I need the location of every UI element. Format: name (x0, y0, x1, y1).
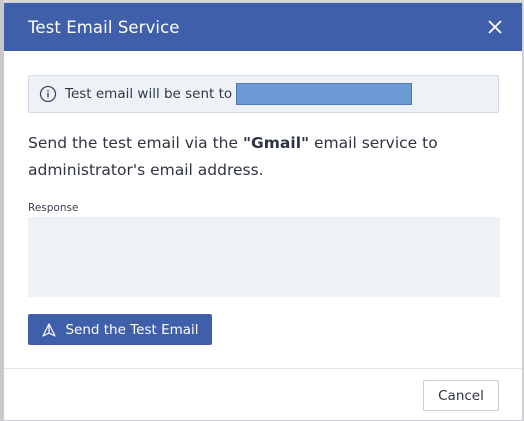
footer-divider (4, 368, 522, 369)
send-button-label: Send the Test Email (65, 321, 199, 338)
test-email-dialog: Test Email Service Test email will be se… (3, 2, 523, 421)
description-prefix: Send the test email via the (28, 134, 243, 152)
response-label: Response (28, 202, 79, 214)
dialog-title: Test Email Service (28, 17, 180, 37)
info-banner: Test email will be sent to (28, 75, 499, 113)
response-output[interactable] (28, 217, 500, 297)
send-icon (41, 322, 57, 338)
redacted-email (236, 83, 413, 105)
close-button[interactable] (484, 16, 506, 38)
cancel-button[interactable]: Cancel (423, 380, 499, 411)
info-icon (39, 85, 57, 103)
cancel-button-label: Cancel (438, 387, 484, 404)
description-text: Send the test email via the "Gmail" emai… (28, 130, 498, 184)
close-icon (488, 20, 502, 34)
dialog-header: Test Email Service (4, 3, 522, 51)
info-text: Test email will be sent to (65, 86, 233, 102)
send-test-email-button[interactable]: Send the Test Email (28, 314, 212, 345)
service-name: "Gmail" (242, 134, 310, 152)
